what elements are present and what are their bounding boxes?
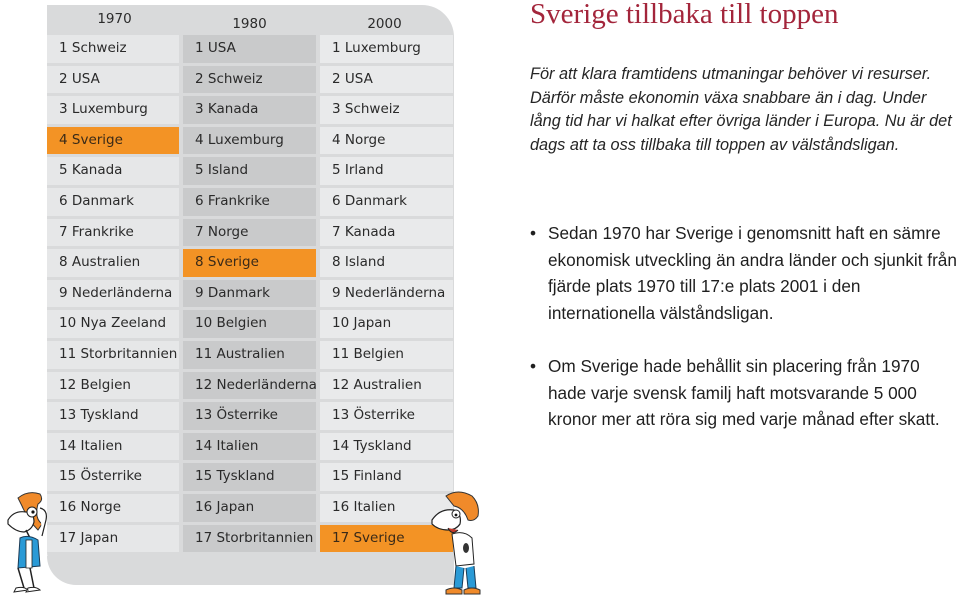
ranking-cell: 11 Australien [183,340,316,369]
ranking-panel-footer-band [47,556,454,585]
table-header-row: 1970 1980 2000 [47,5,454,33]
welfare-ranking-table: 1970 1980 2000 1 Schweiz 2 USA 3 Luxemburg… [47,5,454,553]
cartoon-character-left-icon [7,492,47,593]
ranking-cell: 6 Danmark [320,187,453,216]
ranking-cell: 15 Tyskland [183,463,316,491]
ranking-column-2000: 1 Luxemburg 2 USA 3 Schweiz 4 Norge 5 Irland… [320,35,453,553]
bullet-item: • Sedan 1970 har Sverige i genomsnitt ha… [528,220,958,326]
ranking-cell: 14 Italien [183,432,316,461]
ranking-cell: 1 USA [183,35,316,63]
ranking-cell: 8 Island [320,249,453,277]
ranking-cell-highlighted: 8 Sverige [183,249,316,277]
ranking-cell: 4 Norge [320,126,453,155]
bullet-text: Sedan 1970 har Sverige i genomsnitt haft… [548,223,957,323]
ranking-cell: 1 Schweiz [47,35,179,63]
ranking-cell: 11 Belgien [320,340,453,369]
ranking-cell: 9 Danmark [183,279,316,308]
ranking-cell: 12 Nederländerna [183,371,316,400]
ranking-cell: 17 Japan [47,524,179,553]
ranking-cell: 7 Norge [183,218,316,247]
ranking-cell: 17 Storbritannien [183,524,316,553]
bullet-item: • Om Sverige hade behållit sin placering… [528,353,958,433]
ranking-cell-highlighted: 4 Sverige [47,126,179,155]
ranking-cell: 14 Italien [47,432,179,461]
ranking-cell: 15 Finland [320,463,453,491]
ranking-cell: 2 USA [47,65,179,94]
ranking-cell: 2 USA [320,65,453,94]
column-header-2000: 2000 [367,16,402,32]
ranking-cell: 9 Nederländerna [320,279,453,308]
ranking-cell: 3 Luxemburg [47,96,179,124]
ranking-cell: 12 Australien [320,371,453,400]
ranking-cell: 3 Schweiz [320,96,453,124]
ranking-column-1970: 1 Schweiz 2 USA 3 Luxemburg 4 Sverige 5 Kana… [47,35,179,553]
bullet-icon: • [530,356,537,376]
ranking-cell: 11 Storbritannien [47,340,179,369]
ranking-cell: 5 Kanada [47,157,179,185]
column-header-1970: 1970 [97,11,132,27]
ranking-cell: 8 Australien [47,249,179,277]
ranking-cell: 6 Danmark [47,187,179,216]
ranking-columns: 1 Schweiz 2 USA 3 Luxemburg 4 Sverige 5 Kana… [47,35,454,553]
ranking-cell: 10 Belgien [183,310,316,338]
ranking-cell: 14 Tyskland [320,432,453,461]
ranking-cell: 10 Nya Zeeland [47,310,179,338]
column-header-1980: 1980 [232,16,267,32]
bullet-text: Om Sverige hade behållit sin placering f… [548,356,940,429]
ranking-cell: 13 Österrike [183,402,316,430]
ranking-cell: 13 Tyskland [47,402,179,430]
ranking-cell: 15 Österrike [47,463,179,491]
bullet-list: • Sedan 1970 har Sverige i genomsnitt ha… [528,220,958,433]
ranking-cell: 4 Luxemburg [183,126,316,155]
ranking-cell: 1 Luxemburg [320,35,453,63]
article-intro: För att klara framtidens utmaningar behö… [530,65,952,154]
ranking-cell: 10 Japan [320,310,453,338]
ranking-cell: 5 Irland [320,157,453,185]
article-title: Sverige tillbaka till toppen [530,0,839,30]
ranking-cell: 6 Frankrike [183,187,316,216]
ranking-cell: 9 Nederländerna [47,279,179,308]
ranking-cell: 7 Kanada [320,218,453,247]
ranking-cell: 12 Belgien [47,371,179,400]
ranking-cell: 7 Frankrike [47,218,179,247]
ranking-column-1980: 1 USA 2 Schweiz 3 Kanada 4 Luxemburg 5 Islan… [183,35,316,553]
ranking-cell: 5 Island [183,157,316,185]
ranking-cell: 16 Japan [183,493,316,522]
ranking-cell: 2 Schweiz [183,65,316,94]
ranking-cell: 13 Österrike [320,402,453,430]
bullet-icon: • [530,223,537,243]
ranking-cell: 3 Kanada [183,96,316,124]
ranking-cell: 16 Norge [47,493,179,522]
cartoon-character-right-icon [431,491,481,595]
